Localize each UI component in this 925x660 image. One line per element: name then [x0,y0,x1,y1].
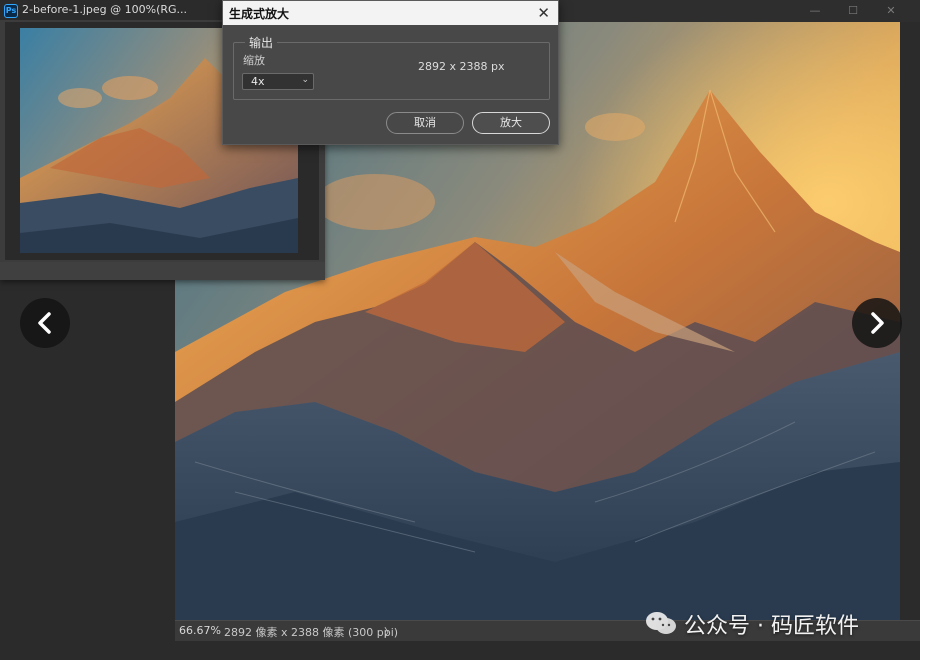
close-icon[interactable]: ✕ [876,0,906,22]
chevron-down-icon: ⌄ [301,75,309,85]
photoshop-app-icon: Ps [4,4,18,18]
wechat-icon [646,612,676,634]
output-group-label: 输出 [245,34,278,51]
watermark-text: 公众号 · 码匠软件 [684,614,859,639]
zoom-level[interactable]: 66.67% [179,624,221,637]
generative-upscale-dialog: 生成式放大 ✕ 输出 缩放 4x ⌄ 2892 x 2388 px 取消 放大 [222,0,559,145]
previous-arrow-button[interactable] [20,298,70,348]
chevron-right-icon [871,312,884,334]
status-menu-arrow[interactable]: 〉 [384,624,395,640]
cancel-button[interactable]: 取消 [386,112,464,134]
chevron-left-icon [38,312,51,334]
minimize-icon[interactable]: — [800,0,830,22]
output-pixel-size: 2892 x 2388 px [418,60,505,73]
upscale-button[interactable]: 放大 [472,112,550,134]
before-window-footer [0,262,325,280]
dialog-title: 生成式放大 [229,7,290,21]
dialog-close-icon[interactable]: ✕ [537,3,550,23]
scale-select-value: 4x [251,75,265,88]
scale-select[interactable]: 4x ⌄ [242,73,314,90]
dialog-title-bar: 生成式放大 ✕ [223,1,558,25]
screenshot-stage: — ☐ ✕ 66.67% 2892 像素 x 2388 像素 (300 ppi)… [0,0,920,660]
next-arrow-button[interactable] [852,298,902,348]
scale-label: 缩放 [243,54,265,67]
document-title: 2-before-1.jpeg @ 100%(RG... [22,3,188,16]
maximize-icon[interactable]: ☐ [838,0,868,22]
document-dimensions: 2892 像素 x 2388 像素 (300 ppi) [224,626,399,639]
